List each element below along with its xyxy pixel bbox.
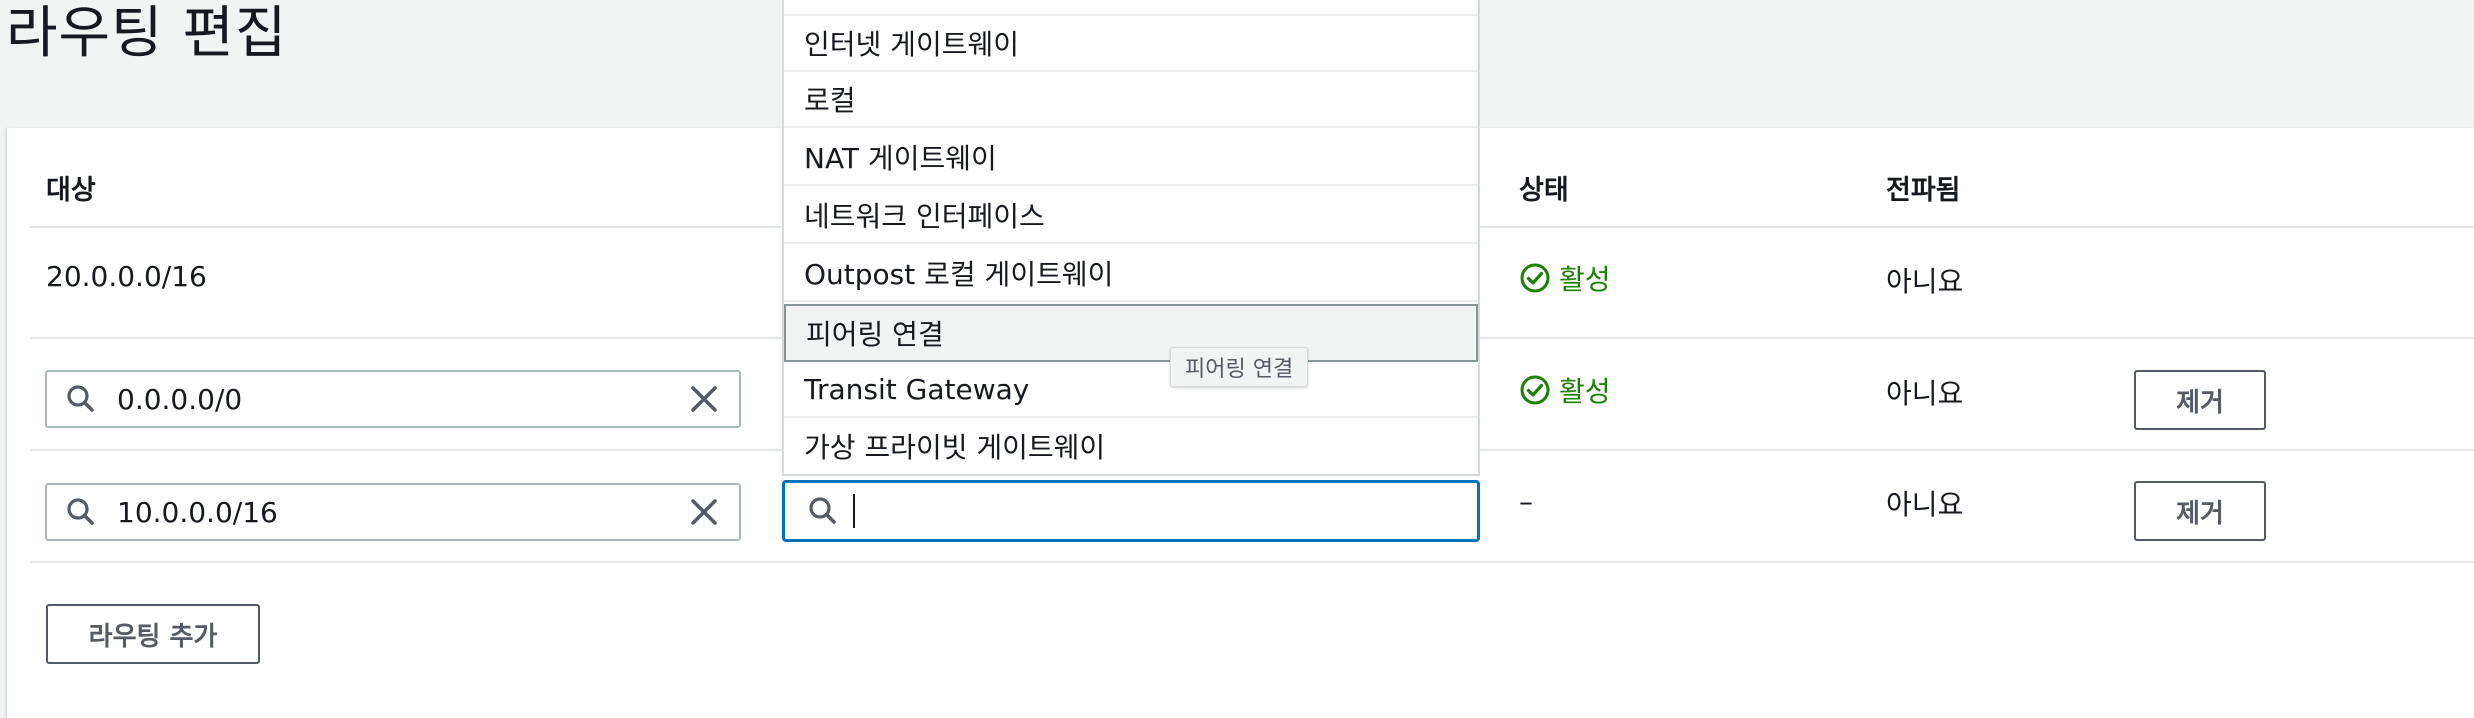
row-2-status-label: 활성 <box>1559 375 1611 408</box>
row-1-status: 활성 <box>1519 258 1611 298</box>
row-1-destination: 20.0.0.0/16 <box>46 260 207 293</box>
destination-input-row-2[interactable]: 0.0.0.0/0 <box>45 370 741 428</box>
column-header-status: 상태 <box>1519 175 1569 206</box>
row-3-status: – <box>1519 485 1533 518</box>
add-route-button[interactable]: 라우팅 추가 <box>46 604 260 664</box>
dropdown-item-internet-gateway[interactable]: 인터넷 게이트웨이 <box>784 16 1478 72</box>
remove-button-row-2[interactable]: 제거 <box>2134 370 2266 430</box>
dropdown-item-nat-gateway[interactable]: NAT 게이트웨이 <box>784 130 1478 186</box>
page-title: 라우팅 편집 <box>6 1 288 66</box>
target-type-dropdown: 인터넷 게이트웨이 로컬 NAT 게이트웨이 네트워크 인터페이스 Outpos… <box>782 0 1480 476</box>
text-caret <box>853 494 855 528</box>
search-icon <box>809 497 836 524</box>
row-divider <box>30 561 2474 563</box>
destination-value: 0.0.0.0/0 <box>117 382 243 416</box>
destination-input-row-3[interactable]: 10.0.0.0/16 <box>45 483 741 541</box>
target-filter-text[interactable] <box>869 493 1477 529</box>
dropdown-item-transit-gateway[interactable]: Transit Gateway <box>784 362 1478 418</box>
clear-icon[interactable] <box>687 495 721 529</box>
column-header-destination: 대상 <box>46 175 96 206</box>
clear-icon[interactable] <box>687 382 721 416</box>
status-success-icon <box>1520 375 1550 405</box>
remove-button-row-3[interactable]: 제거 <box>2134 481 2266 541</box>
dropdown-item-peering-connection[interactable]: 피어링 연결 <box>784 304 1478 362</box>
search-icon <box>67 498 94 525</box>
dropdown-item-outpost-local-gateway[interactable]: Outpost 로컬 게이트웨이 <box>784 246 1478 302</box>
search-icon <box>67 385 94 412</box>
dropdown-item-local[interactable]: 로컬 <box>784 72 1478 128</box>
row-3-propagated: 아니요 <box>1886 488 1964 521</box>
tooltip: 피어링 연결 <box>1170 347 1309 387</box>
row-1-status-label: 활성 <box>1559 263 1611 296</box>
status-success-icon <box>1520 263 1550 293</box>
target-filter-input[interactable] <box>782 480 1480 542</box>
row-2-status: 활성 <box>1519 370 1611 410</box>
dropdown-item-virtual-private-gateway[interactable]: 가상 프라이빗 게이트웨이 <box>784 418 1478 474</box>
destination-value: 10.0.0.0/16 <box>117 495 278 529</box>
row-1-propagated: 아니요 <box>1886 265 1964 298</box>
dropdown-item-clipped[interactable] <box>784 0 1478 16</box>
row-2-propagated: 아니요 <box>1886 377 1964 410</box>
dropdown-item-network-interface[interactable]: 네트워크 인터페이스 <box>784 188 1478 244</box>
column-header-propagated: 전파됨 <box>1886 175 1961 206</box>
